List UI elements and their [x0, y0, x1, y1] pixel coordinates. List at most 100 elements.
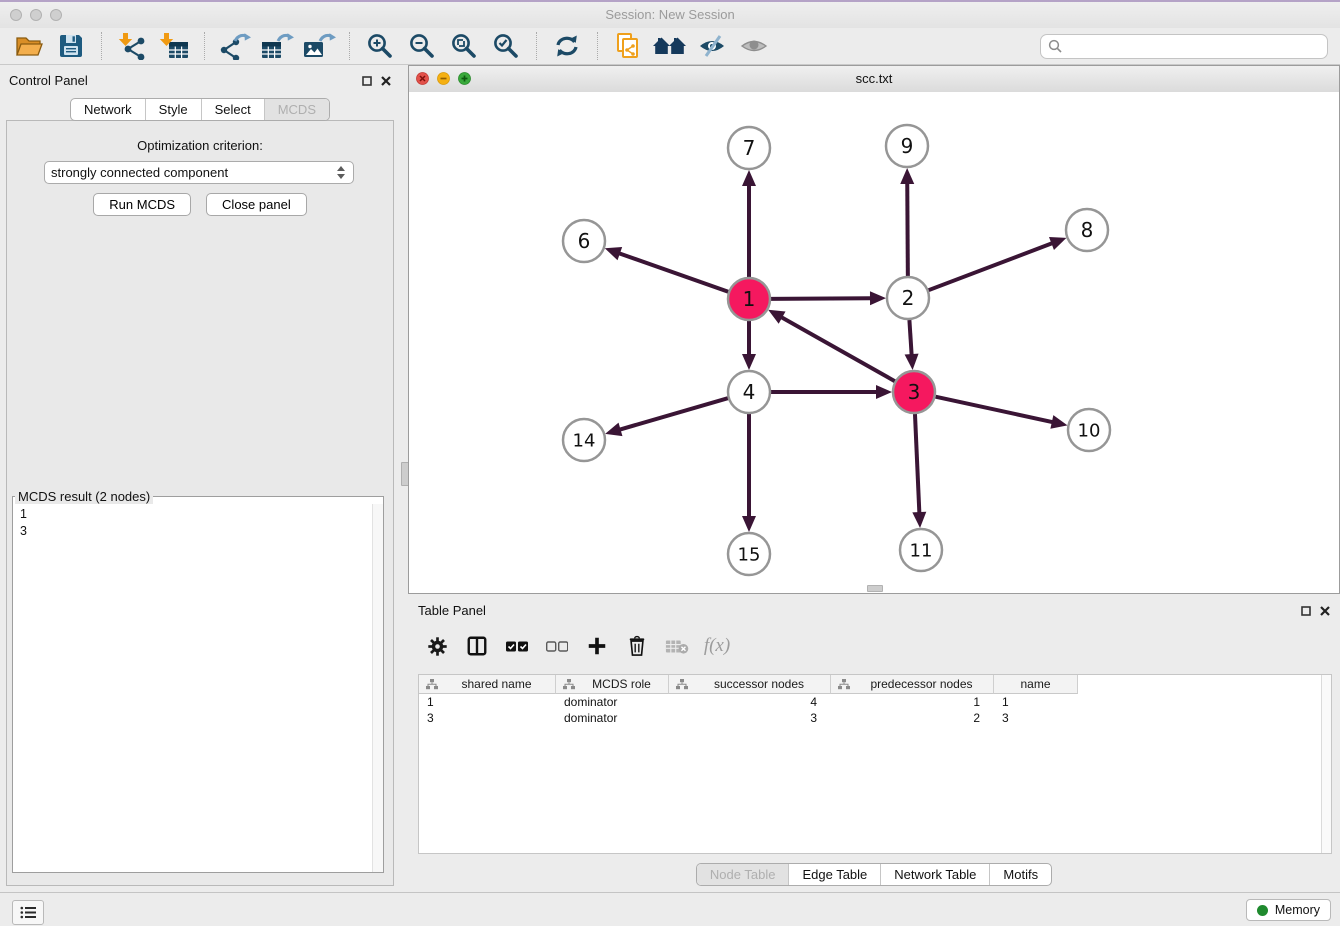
export-network-icon[interactable] [214, 30, 256, 62]
graph-node-14[interactable]: 14 [563, 419, 605, 461]
home-houses-icon[interactable] [649, 30, 691, 62]
table-tab-edge-table[interactable]: Edge Table [788, 864, 880, 885]
optimization-select-value: strongly connected component [51, 165, 337, 180]
settings-gear-icon[interactable] [424, 633, 450, 659]
tab-network[interactable]: Network [71, 99, 145, 120]
graph-edge-1-2[interactable] [771, 298, 871, 299]
graph-edge-3-1[interactable] [781, 317, 895, 381]
export-image-icon[interactable] [298, 30, 340, 62]
graph-node-9[interactable]: 9 [886, 125, 928, 167]
delete-table-icon[interactable] [664, 633, 690, 659]
graph-node-2[interactable]: 2 [887, 277, 929, 319]
graph-node-label: 10 [1078, 420, 1101, 441]
tab-style[interactable]: Style [145, 99, 201, 120]
import-table-icon[interactable] [153, 30, 195, 62]
cell-predecessor-nodes[interactable]: 1 [831, 695, 994, 709]
tab-mcds[interactable]: MCDS [264, 99, 329, 120]
graph-edge-4-14[interactable] [620, 398, 728, 430]
zoom-out-icon[interactable] [401, 30, 443, 62]
network-canvas[interactable]: 7 9 6 8 1 2 4 3 14 10 15 11 [409, 92, 1339, 593]
graph-node-7[interactable]: 7 [728, 127, 770, 169]
hide-selected-eye-icon[interactable] [691, 30, 733, 62]
graph-node-15[interactable]: 15 [728, 533, 770, 575]
graph-edge-3-10[interactable] [935, 397, 1052, 422]
add-column-icon[interactable] [584, 633, 610, 659]
graph-edge-2-9[interactable] [907, 183, 908, 276]
network-window: scc.txt 7 9 6 8 1 2 4 3 14 10 15 11 [408, 65, 1340, 594]
horizontal-splitter-handle[interactable] [867, 585, 883, 592]
table-row[interactable]: 1dominator411 [419, 694, 1331, 710]
graph-arrowhead-1-6 [605, 247, 622, 260]
graph-edge-2-8[interactable] [929, 243, 1053, 290]
cell-shared-name[interactable]: 3 [419, 711, 556, 725]
duplicate-network-icon[interactable] [607, 30, 649, 62]
hierarchy-icon [838, 679, 850, 690]
close-panel-button[interactable]: Close panel [206, 193, 307, 216]
graph-edge-1-6[interactable] [619, 253, 728, 291]
cell-predecessor-nodes[interactable]: 2 [831, 711, 994, 725]
network-graph[interactable]: 7 9 6 8 1 2 4 3 14 10 15 11 [409, 92, 1339, 593]
zoom-fit-icon[interactable] [443, 30, 485, 62]
graph-edge-3-11[interactable] [915, 414, 919, 513]
mcds-result-scrollbar[interactable] [372, 504, 383, 872]
task-history-button[interactable] [12, 900, 44, 925]
graph-node-11[interactable]: 11 [900, 529, 942, 571]
table-row[interactable]: 3dominator323 [419, 710, 1331, 726]
tab-select[interactable]: Select [201, 99, 264, 120]
column-header-successor-nodes[interactable]: successor nodes [669, 675, 831, 694]
zoom-selected-icon[interactable] [485, 30, 527, 62]
toggle-columns-icon[interactable] [464, 633, 490, 659]
optimization-select[interactable]: strongly connected component [44, 161, 354, 184]
export-table-icon[interactable] [256, 30, 298, 62]
close-table-panel-icon[interactable] [1320, 603, 1330, 621]
mcds-result-list[interactable]: 1 3 [13, 504, 373, 872]
function-builder-icon[interactable]: f(x) [704, 633, 730, 659]
column-header-predecessor-nodes[interactable]: predecessor nodes [831, 675, 994, 694]
close-panel-icon[interactable] [381, 73, 391, 91]
hierarchy-icon [426, 679, 438, 690]
graph-node-3[interactable]: 3 [893, 371, 935, 413]
memory-button[interactable]: Memory [1246, 899, 1331, 921]
table-tab-node-table[interactable]: Node Table [697, 864, 789, 885]
show-all-eye-icon[interactable] [733, 30, 775, 62]
delete-column-trash-icon[interactable] [624, 633, 650, 659]
graph-node-8[interactable]: 8 [1066, 209, 1108, 251]
search-input[interactable] [1040, 34, 1328, 59]
zoom-in-icon[interactable] [359, 30, 401, 62]
search-field-wrap [1040, 34, 1328, 59]
cell-successor-nodes[interactable]: 3 [669, 711, 831, 725]
import-network-icon[interactable] [111, 30, 153, 62]
toolbar-separator [597, 32, 598, 60]
hierarchy-icon [676, 679, 688, 690]
table-tab-motifs[interactable]: Motifs [989, 864, 1051, 885]
graph-node-6[interactable]: 6 [563, 220, 605, 262]
cell-mcds-role[interactable]: dominator [556, 695, 669, 709]
open-session-icon[interactable] [8, 30, 50, 62]
cell-successor-nodes[interactable]: 4 [669, 695, 831, 709]
deselect-all-checkboxes-icon[interactable] [544, 633, 570, 659]
cell-mcds-role[interactable]: dominator [556, 711, 669, 725]
graph-edge-2-3[interactable] [909, 320, 911, 355]
column-header-mcds-role[interactable]: MCDS role [556, 675, 669, 694]
float-table-panel-icon[interactable] [1301, 603, 1311, 621]
control-panel-title: Control Panel [9, 73, 88, 88]
column-header-name[interactable]: name [994, 675, 1078, 694]
graph-node-label: 9 [901, 134, 914, 158]
run-mcds-button[interactable]: Run MCDS [93, 193, 191, 216]
vertical-splitter[interactable] [400, 65, 408, 892]
column-header-shared-name[interactable]: shared name [419, 675, 556, 694]
refresh-view-icon[interactable] [546, 30, 588, 62]
cell-name[interactable]: 3 [994, 711, 1078, 725]
table-scrollbar[interactable] [1321, 675, 1331, 853]
float-panel-icon[interactable] [362, 73, 372, 91]
graph-node-1[interactable]: 1 [728, 278, 770, 320]
select-all-checkboxes-icon[interactable] [504, 633, 530, 659]
network-title: scc.txt [409, 71, 1339, 86]
save-session-icon[interactable] [50, 30, 92, 62]
cell-name[interactable]: 1 [994, 695, 1078, 709]
graph-node-4[interactable]: 4 [728, 371, 770, 413]
graph-node-10[interactable]: 10 [1068, 409, 1110, 451]
graph-arrowhead-4-15 [742, 516, 756, 532]
table-tab-network-table[interactable]: Network Table [880, 864, 989, 885]
cell-shared-name[interactable]: 1 [419, 695, 556, 709]
